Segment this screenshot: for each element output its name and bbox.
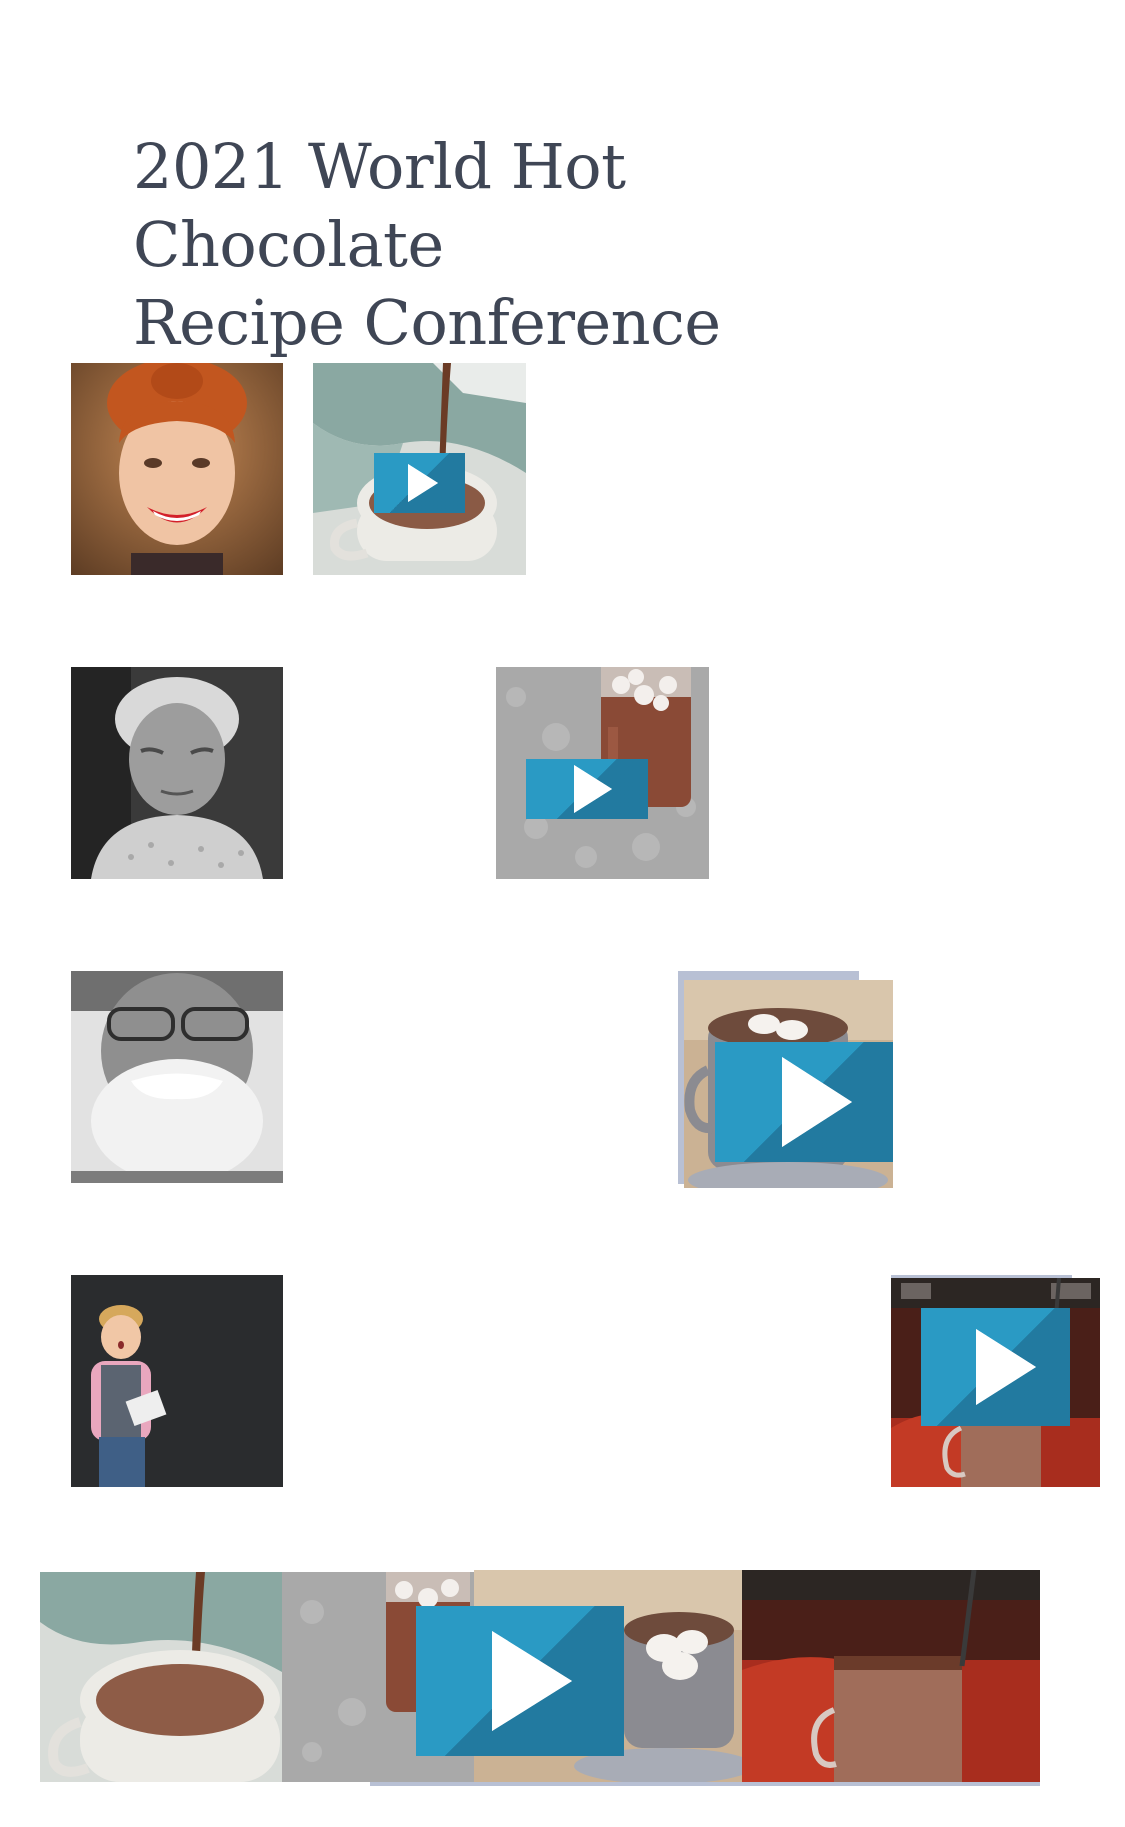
play-icon [782, 1057, 852, 1147]
video-marshmallow-mug[interactable] [684, 980, 893, 1188]
page-title-line-1: 2021 World Hot Chocolate [133, 130, 626, 281]
page-title: 2021 World Hot Chocolate Recipe Conferen… [133, 128, 953, 362]
play-button[interactable] [526, 759, 648, 819]
play-button[interactable] [921, 1308, 1070, 1426]
play-button[interactable] [715, 1042, 893, 1162]
bearded-man-portrait-image [71, 971, 283, 1183]
play-icon [975, 1329, 1036, 1405]
video-marshmallow-jar[interactable] [496, 667, 709, 879]
elderly-woman-portrait-image [71, 667, 283, 879]
speaker-photo-bearded-man[interactable] [71, 971, 283, 1183]
speaker-photo-elderly-woman[interactable] [71, 667, 283, 879]
play-icon [407, 464, 438, 502]
speaker-photo-red-haired-woman[interactable] [71, 363, 283, 575]
play-icon [574, 765, 612, 813]
page-title-line-2: Recipe Conference [133, 286, 721, 359]
woman-portrait-image [71, 363, 283, 575]
carousel-slide-cafe-cocoa[interactable] [742, 1570, 1040, 1784]
cafe-cocoa-image [742, 1570, 1040, 1784]
carousel-play-button[interactable] [416, 1606, 624, 1756]
video-carousel[interactable] [40, 1570, 1040, 1790]
young-boy-portrait-image [71, 1275, 283, 1487]
play-icon [492, 1631, 572, 1731]
speaker-photo-young-boy[interactable] [71, 1275, 283, 1487]
video-pouring-cocoa[interactable] [313, 363, 526, 575]
play-button[interactable] [374, 453, 465, 513]
carousel-bottom-border [370, 1782, 1040, 1786]
carousel-slide-pouring-cocoa[interactable] [40, 1572, 282, 1782]
video-cafe-cocoa[interactable] [891, 1278, 1100, 1487]
pouring-cocoa-image [40, 1572, 282, 1782]
